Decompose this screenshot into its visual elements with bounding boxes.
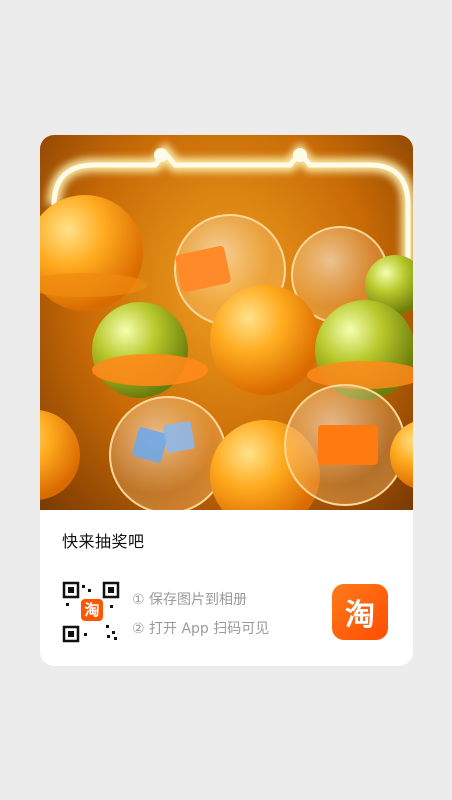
instruction-step-2: ② 打开 App 扫码可见 (132, 621, 270, 637)
qr-code-icon: 淘 (62, 581, 120, 643)
instruction-step-1: ① 保存图片到相册 (132, 592, 248, 608)
qr-badge-glyph: 淘 (83, 601, 99, 619)
hero-image-gacha-capsules (40, 135, 413, 510)
card-title: 快来抽奖吧 (62, 532, 145, 551)
taobao-glyph: 淘 (345, 598, 375, 633)
capsule-illustration (40, 142, 413, 510)
qr-code[interactable]: 淘 (62, 581, 120, 643)
share-card: 快来抽奖吧 淘 ① 保存图片到相册 ② 打开 App 扫码可见 淘 (40, 135, 413, 666)
taobao-app-icon[interactable]: 淘 (332, 584, 388, 640)
